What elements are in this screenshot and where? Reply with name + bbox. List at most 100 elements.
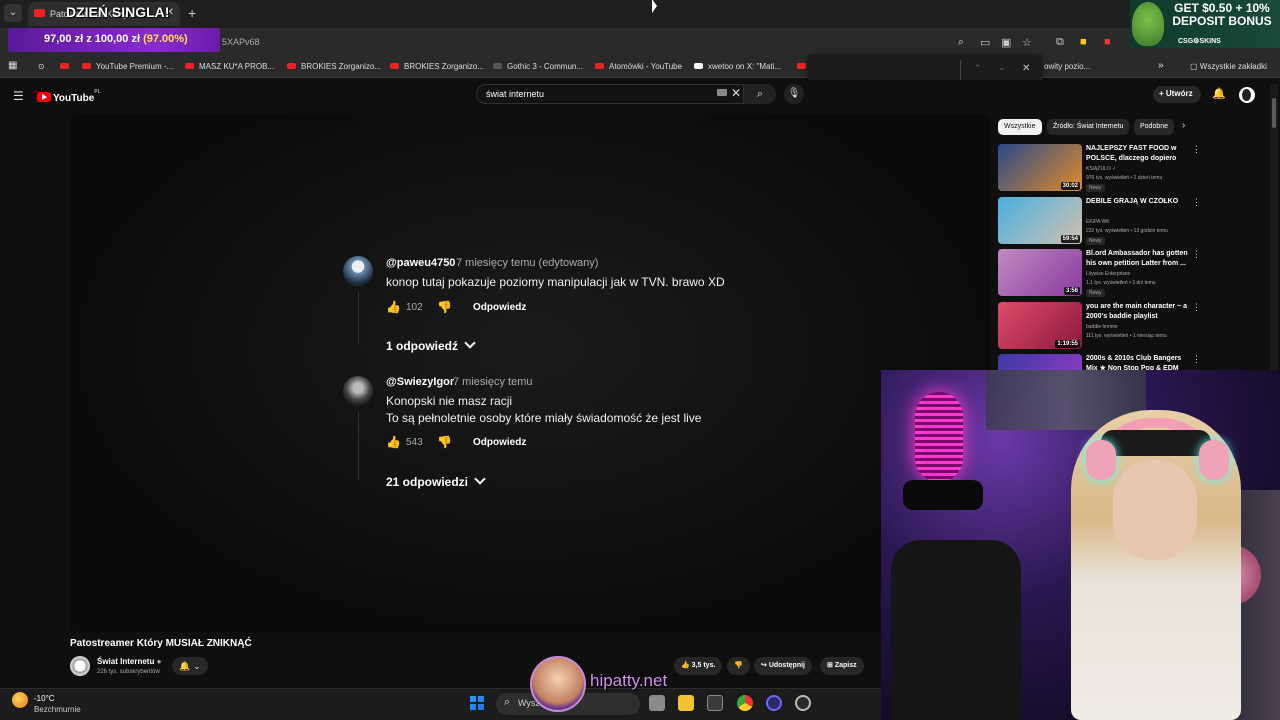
bookmark-item[interactable]: Gothic 3 - Commun... xyxy=(493,62,583,71)
weather-icon[interactable] xyxy=(12,692,28,708)
bookmark-item[interactable]: owity pozio... xyxy=(1044,62,1090,71)
rec-title[interactable]: DEBILE GRAJĄ W CZÓŁKO xyxy=(1086,197,1190,217)
recommendation-item[interactable]: 3:56 Bl.ord Ambassador has gotten his ow… xyxy=(998,249,1201,301)
more-options-icon[interactable]: ⋮ xyxy=(1192,197,1201,208)
dislike-icon[interactable]: 👎 xyxy=(437,300,452,314)
reader-icon[interactable]: ▣ xyxy=(1001,36,1011,49)
recommendation-item[interactable]: 30:02 NAJLEPSZY FAST FOOD w POLSCE, dlac… xyxy=(998,144,1201,196)
search-icon: ⌕ xyxy=(756,88,764,100)
chip-source[interactable]: Źródło: Świat Internetu xyxy=(1047,119,1130,135)
account-avatar[interactable] xyxy=(1239,87,1255,103)
recommendation-item[interactable]: 2000s & 2010s Club Bangers Mix ★ Non Sto… xyxy=(998,354,1198,370)
video-like-count: 3,5 tys. xyxy=(691,662,716,669)
more-options-icon[interactable]: ⋮ xyxy=(1192,249,1201,260)
recommendation-item[interactable]: 1:19:55 you are the main character ~ a 2… xyxy=(998,302,1201,354)
share-button[interactable]: ↪ Udostępnij xyxy=(754,657,812,675)
rec-channel[interactable]: EKIPA WK xyxy=(1086,219,1110,225)
rec-title[interactable]: Bl.ord Ambassador has gotten his own pet… xyxy=(1086,249,1190,269)
keyboard-icon[interactable] xyxy=(717,89,727,96)
like-icon[interactable]: 👍 xyxy=(386,300,401,314)
extension-icon[interactable]: ⧉ xyxy=(1056,36,1064,49)
bookmark-yt[interactable] xyxy=(60,62,74,71)
find-next-icon[interactable]: ⌄ xyxy=(998,62,1006,73)
windows-start-icon[interactable] xyxy=(469,695,485,711)
obs-icon[interactable] xyxy=(766,695,782,711)
hamburger-menu-icon[interactable]: ☰ xyxy=(13,89,24,103)
youtube-logo[interactable]: YouTubePL xyxy=(37,89,101,104)
rec-title[interactable]: NAJLEPSZY FAST FOOD w POLSCE, dlaczego d… xyxy=(1086,144,1190,164)
rec-channel[interactable]: baddie femme xyxy=(1086,324,1118,330)
store-icon[interactable] xyxy=(707,695,723,711)
new-tab-button[interactable]: + xyxy=(188,5,196,21)
comment-avatar[interactable] xyxy=(343,376,373,406)
page-scrollbar[interactable] xyxy=(1270,84,1278,370)
notifications-bell-icon[interactable]: 🔔 xyxy=(1212,87,1226,100)
bookmark-item[interactable]: BROKIES Zorganizo... xyxy=(390,62,484,71)
chrome-icon[interactable] xyxy=(737,695,753,711)
channel-name[interactable]: Świat Internetu ● xyxy=(97,657,161,666)
file-explorer-icon[interactable] xyxy=(678,695,694,711)
bookmark-item[interactable]: BROKIES Zorganizo... xyxy=(287,62,381,71)
reply-button[interactable]: Odpowiedz xyxy=(473,302,526,313)
comment-time[interactable]: 7 miesięcy temu xyxy=(453,376,532,388)
chip-all[interactable]: Wszystkie xyxy=(998,119,1042,135)
weather-description[interactable]: Bezchmurnie xyxy=(34,705,81,714)
task-view-icon[interactable] xyxy=(649,695,665,711)
find-close-icon[interactable]: ✕ xyxy=(1022,63,1030,74)
rec-channel[interactable]: KSIĄŻULO ✓ xyxy=(1086,166,1116,172)
cast-icon[interactable]: ▭ xyxy=(980,36,990,49)
rec-channel[interactable]: Lilywise Enterprises xyxy=(1086,271,1130,277)
more-options-icon[interactable]: ⋮ xyxy=(1192,144,1201,155)
save-button[interactable]: ⊞ Zapisz xyxy=(820,657,864,675)
clear-search-icon[interactable]: ✕ xyxy=(731,86,741,100)
bookmark-item[interactable]: xwetoo on X: "Mati... xyxy=(694,62,781,71)
all-bookmarks[interactable]: ▢ Wszystkie zakładki xyxy=(1190,62,1267,71)
comment-author[interactable]: @SwiezyIgor xyxy=(386,376,454,388)
more-options-icon[interactable]: ⋮ xyxy=(1192,302,1201,313)
channel-avatar[interactable] xyxy=(70,656,90,676)
voice-search-button[interactable]: 🎙 xyxy=(784,84,804,104)
dislike-button[interactable]: 👎 xyxy=(727,657,750,675)
find-prev-icon[interactable]: ⌃ xyxy=(974,63,982,74)
like-button[interactable]: 👍 3,5 tys. xyxy=(674,657,723,675)
bookmark-item[interactable]: YouTube Premium -... xyxy=(82,62,173,71)
subscriber-count: 226 tys. subskrybentów xyxy=(97,669,160,675)
tab-search-button[interactable]: ⌄ xyxy=(4,4,22,22)
bookmark-icon[interactable]: ⊙ xyxy=(38,62,45,71)
chevron-right-icon[interactable]: › xyxy=(1182,120,1185,131)
like-icon[interactable]: 👍 xyxy=(386,435,401,449)
comment-time[interactable]: 7 miesięcy temu (edytowany) xyxy=(456,257,598,269)
find-divider xyxy=(960,60,961,80)
search-input[interactable]: świat internetu xyxy=(476,84,744,104)
show-replies-button[interactable]: 1 odpowiedź xyxy=(386,337,476,353)
recommendation-item[interactable]: 59:54 DEBILE GRAJĄ W CZÓŁKO EKIPA WK 232… xyxy=(998,197,1201,249)
bookmark-item[interactable]: MASZ KU*A PROB... xyxy=(185,62,274,71)
video-player[interactable] xyxy=(70,114,990,632)
url-text[interactable]: 5XAPv68 xyxy=(222,37,260,47)
microphone xyxy=(915,392,963,482)
bookmark-item[interactable]: Atomówki - YouTube xyxy=(595,62,682,71)
apps-grid-icon[interactable]: ▦ xyxy=(8,60,17,71)
more-options-icon[interactable]: ⋮ xyxy=(1192,354,1198,365)
show-replies-button[interactable]: 21 odpowiedzi xyxy=(386,473,486,489)
search-button[interactable]: ⌕ xyxy=(744,84,776,104)
bookmark-star-icon[interactable]: ☆ xyxy=(1022,36,1032,49)
rec-title[interactable]: 2000s & 2010s Club Bangers Mix ★ Non Sto… xyxy=(1086,354,1190,370)
temperature[interactable]: -10°C xyxy=(34,694,55,703)
streamer-webcam xyxy=(881,370,1280,720)
comment-avatar[interactable] xyxy=(343,256,373,286)
rec-title[interactable]: you are the main character ~ a 2000's ba… xyxy=(1086,302,1190,322)
reply-button[interactable]: Odpowiedz xyxy=(473,437,526,448)
extension-yellow-icon[interactable]: ■ xyxy=(1080,36,1087,48)
steam-icon[interactable] xyxy=(795,695,811,711)
more-bookmarks-icon[interactable]: » xyxy=(1158,60,1164,71)
chip-related[interactable]: Podobne xyxy=(1134,119,1175,135)
video-thumbnail[interactable] xyxy=(998,354,1082,370)
extension-red-icon[interactable]: ■ xyxy=(1104,36,1111,48)
dislike-icon[interactable]: 👎 xyxy=(437,435,452,449)
comment-author[interactable]: @paweu4750 xyxy=(386,257,455,269)
create-button[interactable]: + Utwórz xyxy=(1153,86,1201,103)
subscription-bell-button[interactable]: 🔔 ⌄ xyxy=(172,657,208,675)
zoom-icon[interactable]: ⌕ xyxy=(958,36,964,49)
youtube-logo-text: YouTube xyxy=(53,93,95,104)
